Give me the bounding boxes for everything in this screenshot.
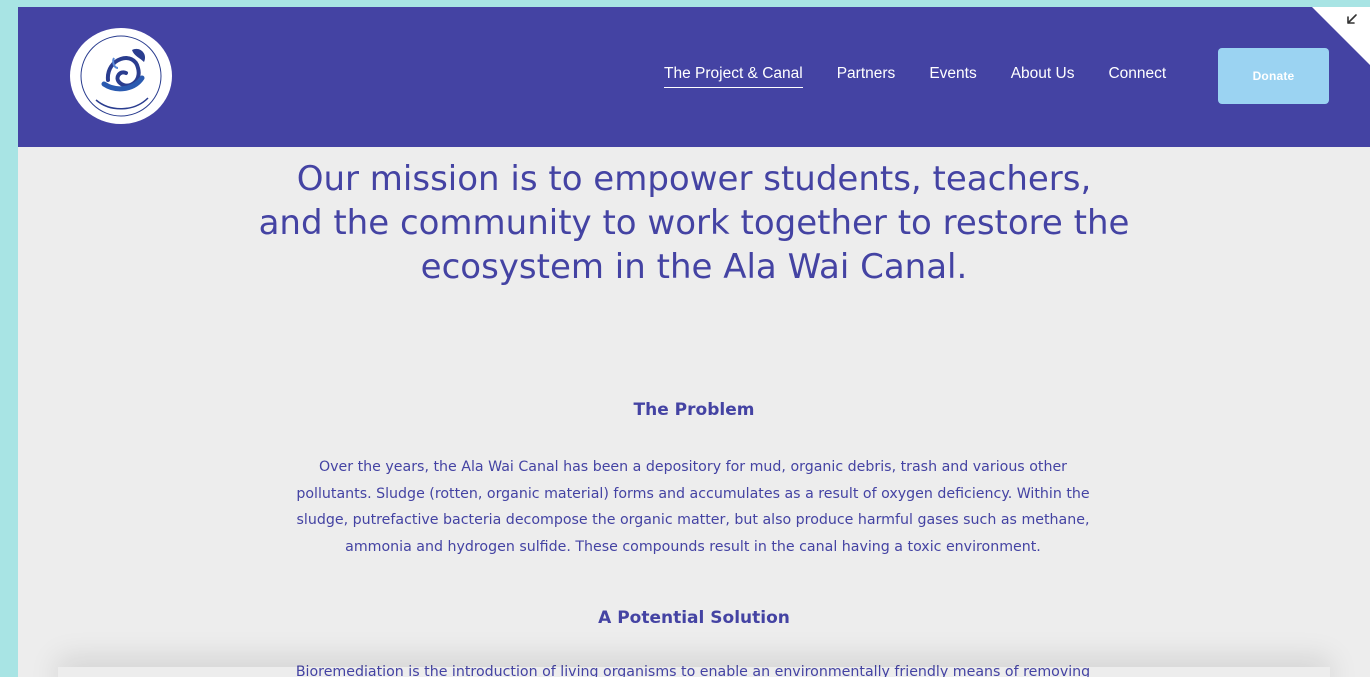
browser-window: The Project & Canal Partners Events Abou… [18,7,1370,677]
bottom-shadow [58,667,1330,677]
mission-line: and the community to work together to re… [258,203,1130,243]
solution-title: A Potential Solution [598,608,790,628]
collapse-arrow-icon [1312,7,1370,65]
problem-paragraph: Over the years, the Ala Wai Canal has be… [268,454,1118,560]
paragraph-line: sludge, putrefactive bacteria decompose … [296,512,1090,528]
logo-icon [77,32,165,120]
nav-link-about-us[interactable]: About Us [1011,65,1075,88]
paragraph-line: pollutants. Sludge (rotten, organic mate… [296,485,1090,502]
nav-link-events[interactable]: Events [929,65,976,88]
paragraph-line: Over the years, the Ala Wai Canal has be… [318,459,1068,475]
mission-line: Our mission is to empower students, teac… [296,159,1092,199]
main-nav: The Project & Canal Partners Events Abou… [664,65,1200,88]
nav-link-project-canal[interactable]: The Project & Canal [664,65,803,88]
corner-fold[interactable] [1312,7,1370,65]
mission-line: ecosystem in the Ala Wai Canal. [420,247,968,287]
paragraph-line: ammonia and hydrogen sulfide. These comp… [345,538,1041,555]
problem-title: The Problem [633,400,755,420]
nav-link-connect[interactable]: Connect [1108,65,1166,88]
site-header: The Project & Canal Partners Events Abou… [18,7,1370,147]
site-logo[interactable] [70,28,172,124]
mission-statement: Our mission is to empower students, teac… [18,157,1370,289]
nav-link-partners[interactable]: Partners [837,65,896,88]
